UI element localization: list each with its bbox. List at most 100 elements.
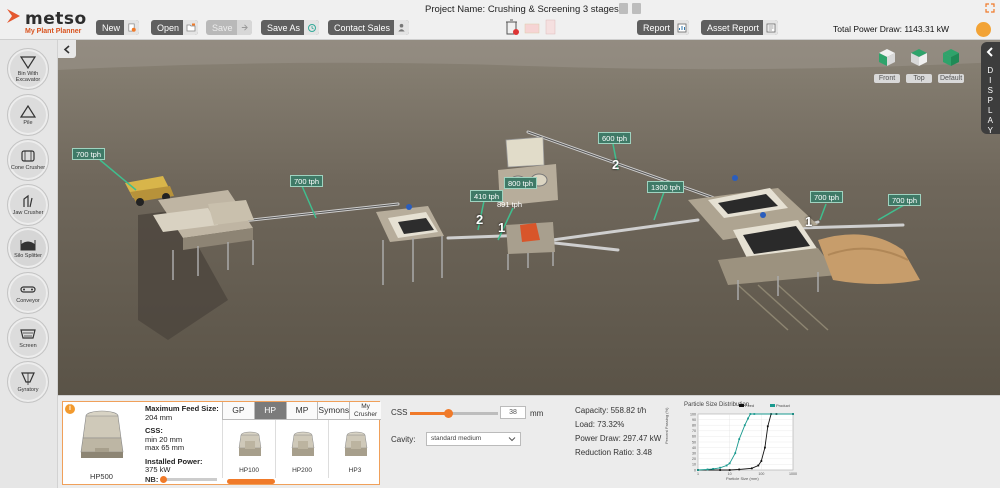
view-top-button[interactable]: Top [906,46,932,83]
model-hp200[interactable]: HP200 [275,420,328,478]
model-name: HP100 [239,467,259,474]
data-point-product [738,438,741,441]
css-slider-handle[interactable] [443,409,453,418]
save-as-button[interactable]: Save As [261,20,320,35]
css-setting-label: CSS [391,408,408,417]
stage-number: 2 [476,212,484,227]
tool-label: Silo Splitter [14,253,42,259]
tab-symons[interactable]: Symons [317,402,350,420]
css-max-value: max 65 mm [145,443,185,452]
new-button[interactable]: New [96,20,140,35]
crusher-specs: Maximum Feed Size: 204 mm CSS: min 20 mm… [145,404,225,475]
model-name: HP200 [292,467,312,474]
pile-icon [19,104,37,118]
copy-icon[interactable] [544,19,558,36]
y-tick-label: 10 [692,463,696,467]
brand-tagline: My Plant Planner [25,28,82,35]
tool-screen[interactable]: Screen [7,317,49,359]
flow-label[interactable]: 600 tph [598,132,632,144]
display-panel-tab[interactable]: D I S P L A Y [981,42,1000,135]
display-letter: L [988,106,993,115]
psd-x-axis-label: Particle Size (mm) [726,476,759,481]
fullscreen-icon[interactable] [985,3,995,13]
delete-all-icon[interactable] [504,19,520,36]
flow-label[interactable]: 891 tph [494,199,525,211]
tool-conveyor[interactable]: Conveyor [7,272,49,314]
tab-hp[interactable]: HP [253,402,286,420]
data-point-product [728,462,731,465]
display-letter: S [987,86,994,95]
display-letter: P [987,96,994,105]
view-default-button[interactable]: Default [938,46,964,83]
save-button[interactable]: Save [206,20,252,35]
legend-feed-label: Feed [745,403,755,408]
tab-mp[interactable]: MP [285,402,318,420]
y-tick-label: 100 [690,412,696,416]
capacity-value: Capacity: 558.82 t/h [575,406,647,415]
css-value-input[interactable]: 38 [500,406,526,419]
css-unit: mm [530,409,544,418]
plant-scene[interactable] [58,40,1000,395]
y-tick-label: 90 [692,418,696,422]
tab-my-crusher[interactable]: My Crusher [349,402,381,420]
save-as-label: Save As [267,22,301,33]
css-slider[interactable] [410,409,498,418]
report-icon [674,20,690,35]
cube-top-icon [911,49,927,66]
chevron-down-icon [508,437,516,442]
crusher-selection-card: i HP500 Maximum Feed Size: 204 mm CSS: m… [62,401,381,485]
tool-silo-splitter[interactable]: Silo Splitter [7,227,49,269]
css-spec-label: CSS: [145,426,163,435]
contact-sales-button[interactable]: Contact Sales [328,20,410,35]
data-point-product [792,413,794,415]
model-hp3[interactable]: HP3 [328,420,381,478]
cut-icon[interactable] [524,19,540,36]
flow-label[interactable]: 700 tph [72,148,106,160]
info-icon[interactable]: i [65,404,75,414]
tab-gp[interactable]: GP [222,402,254,420]
cavity-selected-value: standard medium [431,435,482,442]
cavity-select[interactable]: standard medium [426,432,521,446]
css-slider-fill [410,412,448,415]
tool-label: Jaw Crusher [12,210,44,216]
trash-icon[interactable] [632,3,641,14]
y-tick-label: 70 [692,429,696,433]
hp200-thumbnail [291,431,315,456]
flow-label[interactable]: 800 tph [504,177,538,189]
user-status-icon[interactable] [976,22,991,37]
hp500-crusher-image [80,410,124,458]
asset-report-button[interactable]: Asset Report [701,20,779,35]
view-front-button[interactable]: Front [874,46,900,83]
reduction-ratio-value: Reduction Ratio: 3.48 [575,448,652,457]
tool-jaw-crusher[interactable]: Jaw Crusher [7,184,49,226]
report-button[interactable]: Report [637,20,690,35]
flow-label[interactable]: 1300 tph [647,181,685,193]
view-default-label: Default [938,74,964,83]
model-hp100[interactable]: HP100 [222,420,275,478]
screen-icon [20,329,36,339]
flow-label[interactable]: 700 tph [888,194,922,206]
contact-sales-label: Contact Sales [334,22,391,33]
equipment-details-panel: i HP500 Maximum Feed Size: 204 mm CSS: m… [58,395,1000,488]
data-point-product [712,467,715,470]
plant-3d-viewport[interactable]: 700 tph 700 tph 410 tph 891 tph 600 tph … [58,40,1000,395]
nb-slider[interactable] [160,476,218,483]
model-name: HP3 [348,467,362,474]
lock-icon[interactable] [619,3,628,14]
data-point-product [743,424,746,427]
tool-gyratory[interactable]: Gyratory [7,361,49,403]
save-label: Save [212,22,233,33]
collapse-toolbox-button[interactable] [58,40,76,58]
chevron-left-icon [63,44,70,54]
data-point-product [725,464,728,467]
model-list-scrollbar[interactable] [227,479,275,484]
open-button[interactable]: Open [151,20,199,35]
tool-cone-crusher[interactable]: Cone Crusher [7,139,49,181]
nb-slider-handle[interactable] [160,476,168,483]
flow-label[interactable]: 700 tph [810,191,844,203]
installed-power-value: 375 kW [145,465,171,474]
tool-pile[interactable]: Pile [7,94,49,136]
display-letter: Y [987,126,994,135]
tool-bin-with-excavator[interactable]: Bin With Excavator [7,48,49,90]
flow-label[interactable]: 700 tph [290,175,324,187]
